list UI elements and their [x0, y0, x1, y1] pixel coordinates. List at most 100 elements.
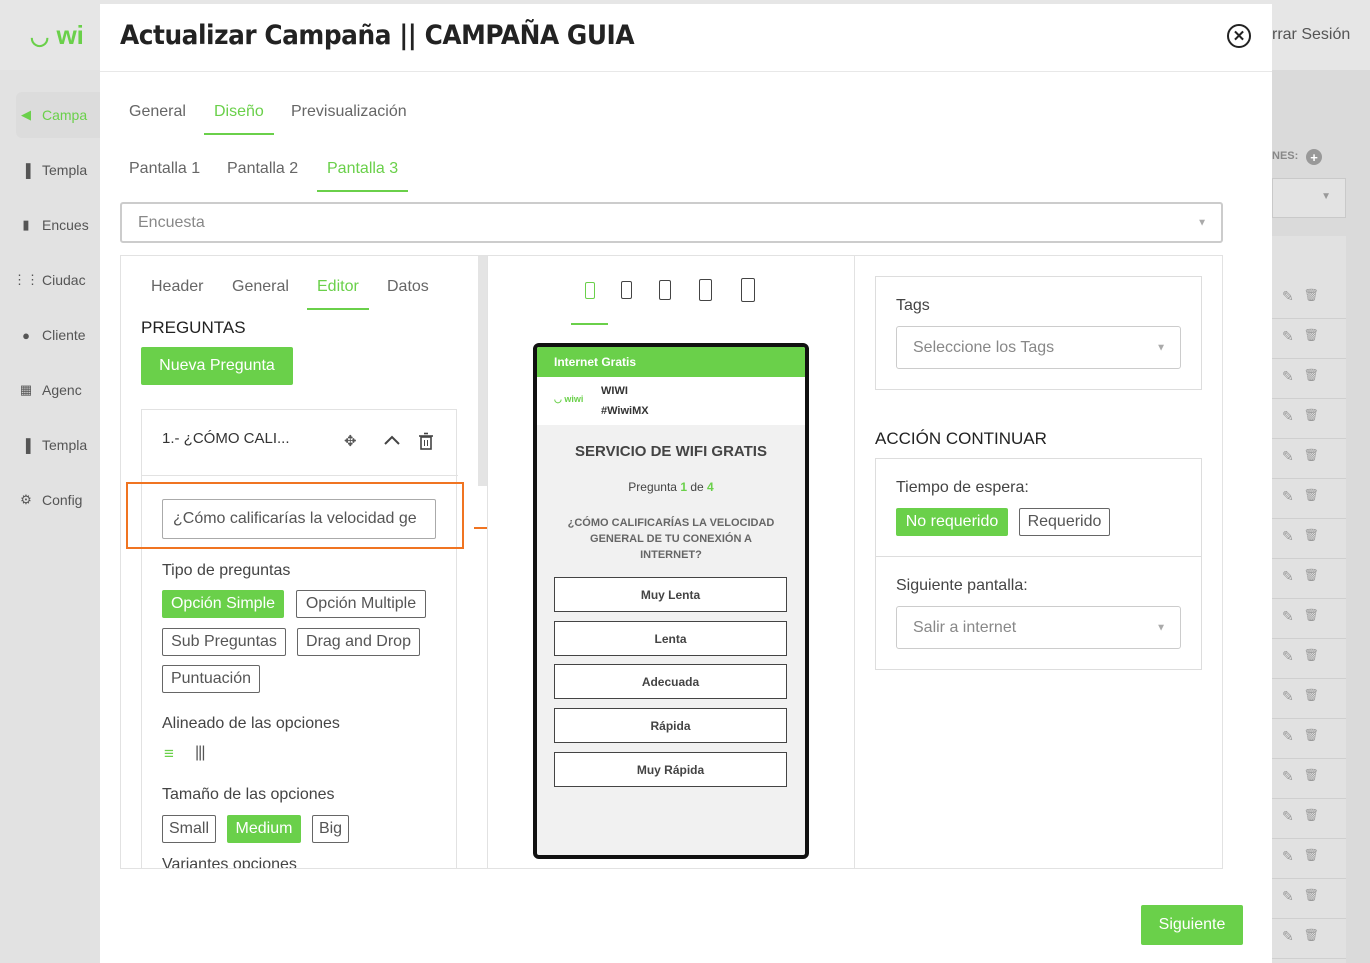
continue-action-card: Tiempo de espera: No requerido Requerido…	[875, 458, 1202, 670]
new-question-button[interactable]: Nueva Pregunta	[141, 347, 293, 385]
question-type-label: Tipo de preguntas	[162, 562, 291, 579]
pencil-icon[interactable]: ✎	[1282, 808, 1294, 828]
trash-icon[interactable]: 🗑	[1304, 608, 1319, 628]
device-tablet-icon[interactable]	[699, 279, 712, 301]
logout-link[interactable]: rrar Sesión	[1272, 26, 1350, 44]
trash-icon[interactable]: 🗑	[1304, 368, 1319, 388]
trash-icon[interactable]: 🗑	[1304, 568, 1319, 588]
trash-icon[interactable]: 🗑	[1304, 488, 1319, 508]
pencil-icon[interactable]: ✎	[1282, 728, 1294, 748]
sidebar-item-campaigns[interactable]: ◀ Campa	[16, 92, 106, 138]
template-select[interactable]: Encuesta ▼	[120, 202, 1223, 243]
trash-icon[interactable]: 🗑	[1304, 768, 1319, 788]
trash-icon[interactable]: 🗑	[1304, 528, 1319, 548]
preview-option[interactable]: Rápida	[554, 708, 787, 743]
question-card: 1.- ¿CÓMO CALI... ✥ Tipo de preguntas Op…	[141, 409, 458, 869]
sidebar-item-cities[interactable]: ⋮⋮ Ciudac	[16, 257, 106, 303]
device-indicator	[571, 323, 608, 325]
tab-editor[interactable]: Editor	[307, 278, 369, 310]
tab-data[interactable]: Datos	[387, 278, 429, 308]
tab-editor-general[interactable]: General	[232, 278, 289, 308]
tab-header[interactable]: Header	[151, 278, 203, 308]
device-tablet-large-icon[interactable]	[741, 278, 755, 302]
pencil-icon[interactable]: ✎	[1282, 648, 1294, 668]
table-row-actions: ✎ 🗑	[1282, 448, 1332, 468]
preview-option[interactable]: Muy Rápida	[554, 752, 787, 787]
sub-questions-button[interactable]: Sub Preguntas	[162, 628, 286, 656]
tab-screen-1[interactable]: Pantalla 1	[129, 160, 200, 190]
chevron-up-icon[interactable]	[382, 430, 402, 450]
pencil-icon[interactable]: ✎	[1282, 768, 1294, 788]
row-divider	[1272, 598, 1346, 599]
pencil-icon[interactable]: ✎	[1282, 688, 1294, 708]
megaphone-icon: ◀	[21, 107, 31, 122]
background-select[interactable]: ▼	[1272, 178, 1346, 218]
pencil-icon[interactable]: ✎	[1282, 408, 1294, 428]
pencil-icon[interactable]: ✎	[1282, 288, 1294, 308]
align-columns-icon[interactable]: |||	[195, 744, 206, 762]
pencil-icon[interactable]: ✎	[1282, 888, 1294, 908]
pencil-icon[interactable]: ✎	[1282, 928, 1294, 948]
trash-icon[interactable]	[418, 432, 434, 450]
table-row-actions: ✎ 🗑	[1282, 928, 1332, 948]
pencil-icon[interactable]: ✎	[1282, 848, 1294, 868]
preview-option[interactable]: Adecuada	[554, 664, 787, 699]
trash-icon[interactable]: 🗑	[1304, 848, 1319, 868]
trash-icon[interactable]: 🗑	[1304, 888, 1319, 908]
trash-icon[interactable]: 🗑	[1304, 408, 1319, 428]
drag-drop-button[interactable]: Drag and Drop	[297, 628, 420, 656]
sidebar-item-clients[interactable]: ● Cliente	[16, 312, 106, 358]
next-button[interactable]: Siguiente	[1141, 905, 1243, 945]
next-screen-select[interactable]: Salir a internet ▼	[896, 606, 1181, 649]
size-small-button[interactable]: Small	[162, 815, 216, 843]
preview-option[interactable]: Lenta	[554, 621, 787, 656]
trash-icon[interactable]: 🗑	[1304, 808, 1319, 828]
size-big-button[interactable]: Big	[312, 815, 349, 843]
tab-screen-3[interactable]: Pantalla 3	[317, 160, 409, 192]
tab-screen-2[interactable]: Pantalla 2	[227, 160, 298, 190]
device-phone-large-icon[interactable]	[659, 280, 671, 300]
trash-icon[interactable]: 🗑	[1304, 328, 1319, 348]
close-icon[interactable]: ✕	[1227, 24, 1251, 48]
trash-icon[interactable]: 🗑	[1304, 448, 1319, 468]
trash-icon[interactable]: 🗑	[1304, 288, 1319, 308]
required-button[interactable]: Requerido	[1019, 508, 1110, 536]
not-required-button[interactable]: No requerido	[896, 508, 1008, 536]
scrollbar[interactable]	[478, 256, 487, 486]
sidebar-item-config[interactable]: ⚙ Config	[16, 477, 106, 523]
rating-button[interactable]: Puntuación	[162, 665, 260, 693]
add-icon[interactable]: +	[1306, 149, 1322, 165]
pencil-icon[interactable]: ✎	[1282, 528, 1294, 548]
sidebar-item-templates-2[interactable]: ▐ Templa	[16, 422, 106, 468]
move-icon[interactable]: ✥	[344, 432, 357, 450]
align-rows-icon[interactable]: ≡	[164, 745, 174, 762]
pencil-icon[interactable]: ✎	[1282, 608, 1294, 628]
device-phone-small-icon[interactable]	[585, 282, 595, 299]
tab-design[interactable]: Diseño	[204, 103, 274, 135]
trash-icon[interactable]: 🗑	[1304, 728, 1319, 748]
trash-icon[interactable]: 🗑	[1304, 928, 1319, 948]
row-divider	[1272, 358, 1346, 359]
pencil-icon[interactable]: ✎	[1282, 328, 1294, 348]
table-row-actions: ✎ 🗑	[1282, 528, 1332, 548]
size-medium-button[interactable]: Medium	[227, 815, 301, 843]
tab-general[interactable]: General	[129, 103, 186, 133]
option-multiple-button[interactable]: Opción Multiple	[296, 590, 426, 618]
device-phone-icon[interactable]	[621, 281, 632, 299]
trash-icon[interactable]: 🗑	[1304, 688, 1319, 708]
pencil-icon[interactable]: ✎	[1282, 368, 1294, 388]
option-simple-button[interactable]: Opción Simple	[162, 590, 284, 618]
tab-preview[interactable]: Previsualización	[291, 103, 407, 133]
pencil-icon[interactable]: ✎	[1282, 568, 1294, 588]
sidebar-item-agencies[interactable]: ▦ Agenc	[16, 367, 106, 413]
trash-icon[interactable]: 🗑	[1304, 648, 1319, 668]
sidebar-item-templates[interactable]: ▐ Templa	[16, 147, 106, 193]
variants-label: Variantes opciones	[162, 856, 297, 869]
pencil-icon[interactable]: ✎	[1282, 448, 1294, 468]
tags-select[interactable]: Seleccione los Tags ▼	[896, 326, 1181, 369]
sidebar-item-surveys[interactable]: ▮ Encues	[16, 202, 106, 248]
layout-icon: ▐	[21, 437, 31, 453]
table-row-actions: ✎ 🗑	[1282, 768, 1332, 788]
pencil-icon[interactable]: ✎	[1282, 488, 1294, 508]
preview-option[interactable]: Muy Lenta	[554, 577, 787, 612]
